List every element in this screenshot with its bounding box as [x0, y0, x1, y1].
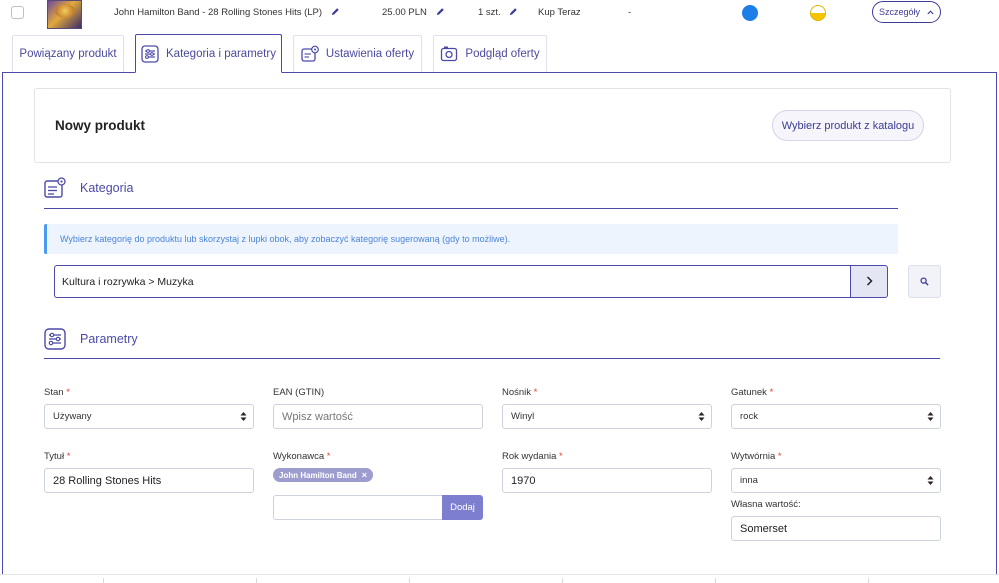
- ean-label: EAN (GTIN): [273, 387, 325, 398]
- required-mark: *: [769, 387, 774, 398]
- column-divider: [868, 578, 869, 583]
- sort-arrows-icon: [240, 411, 247, 422]
- search-icon: [920, 273, 929, 291]
- category-path-field[interactable]: Kultura i rozrywka > Muzyka: [54, 265, 851, 298]
- stan-value: Używany: [53, 411, 92, 422]
- category-info-box: Wybierz kategorię do produktu lub skorzy…: [44, 224, 898, 254]
- camera-icon: [440, 45, 458, 63]
- close-icon[interactable]: ×: [362, 470, 367, 480]
- category-icon: [44, 177, 66, 199]
- stan-label: Stan *: [44, 387, 70, 398]
- tab-bar: Powiązany produkt Kategoria i parametry …: [0, 33, 999, 73]
- chevron-up-icon: [927, 7, 934, 17]
- category-section-header: Kategoria: [44, 177, 134, 199]
- pencil-icon[interactable]: [331, 7, 340, 16]
- details-label: Szczegóły: [878, 7, 921, 17]
- wykonawca-label: Wykonawca *: [273, 451, 330, 462]
- new-product-card: Nowy produkt Wybierz produkt z katalogu: [34, 88, 951, 163]
- add-artist-button[interactable]: Dodaj: [442, 495, 483, 520]
- tab-label: Kategoria i parametry: [166, 47, 276, 60]
- wykonawca-label-text: Wykonawca: [273, 451, 325, 462]
- parameters-heading: Parametry: [80, 332, 138, 346]
- tytul-input[interactable]: 28 Rolling Stones Hits: [44, 468, 254, 493]
- extra-value: -: [628, 7, 632, 18]
- artist-chip-label: John Hamilton Band: [279, 470, 357, 480]
- choose-from-catalog-button[interactable]: Wybierz produkt z katalogu: [772, 110, 924, 141]
- required-mark: *: [559, 451, 563, 462]
- gatunek-select[interactable]: rock: [731, 404, 941, 429]
- required-mark: *: [66, 387, 70, 398]
- sort-arrows-icon: [927, 475, 934, 486]
- product-name-cell: John Hamilton Band - 28 Rolling Stones H…: [114, 7, 340, 18]
- rok-input[interactable]: 1970: [502, 468, 712, 493]
- rok-label-text: Rok wydania: [502, 451, 557, 462]
- product-row: John Hamilton Band - 28 Rolling Stones H…: [0, 0, 999, 29]
- column-divider: [256, 578, 257, 583]
- category-suggest-button[interactable]: [908, 265, 941, 298]
- parameters-divider: [44, 358, 940, 359]
- nosnik-label-text: Nośnik: [502, 387, 532, 398]
- nosnik-value: Winyl: [511, 411, 535, 422]
- row-checkbox[interactable]: [11, 6, 24, 19]
- nosnik-select[interactable]: Winyl: [502, 404, 712, 429]
- column-divider: [715, 578, 716, 583]
- wytwornia-select[interactable]: inna: [731, 468, 941, 493]
- status-dot-half: [810, 5, 826, 21]
- stan-label-text: Stan: [44, 387, 64, 398]
- gatunek-label-text: Gatunek: [731, 387, 767, 398]
- details-button[interactable]: Szczegóły: [872, 1, 941, 23]
- parameters-section-header: Parametry: [44, 328, 138, 350]
- required-mark: *: [777, 451, 782, 462]
- new-product-title: Nowy produkt: [55, 118, 145, 133]
- pencil-icon[interactable]: [509, 7, 518, 16]
- wytwornia-label: Wytwórnia *: [731, 451, 782, 462]
- status-dot-blue: [742, 5, 758, 21]
- wytwornia-label-text: Wytwórnia: [731, 451, 776, 462]
- chevron-right-icon: [866, 273, 873, 291]
- custom-value-input[interactable]: Somerset: [731, 516, 941, 541]
- product-quantity: 1 szt.: [478, 7, 501, 18]
- artist-chip: John Hamilton Band ×: [273, 468, 374, 482]
- category-heading: Kategoria: [80, 181, 134, 195]
- gatunek-value: rock: [740, 411, 758, 422]
- nosnik-label: Nośnik *: [502, 387, 537, 398]
- tab-label: Ustawienia oferty: [325, 48, 415, 60]
- required-mark: *: [533, 387, 538, 398]
- product-quantity-cell: 1 szt.: [478, 7, 518, 18]
- category-divider: [44, 208, 898, 209]
- tytul-label-text: Tytuł: [44, 451, 65, 462]
- bottom-table-strip: [0, 574, 999, 583]
- product-name: John Hamilton Band - 28 Rolling Stones H…: [114, 7, 323, 18]
- column-divider: [562, 578, 563, 583]
- product-price: 25.00 PLN: [382, 7, 427, 18]
- tab-label: Powiązany produkt: [19, 48, 117, 60]
- product-thumbnail: [47, 0, 82, 29]
- artist-input[interactable]: [273, 495, 443, 520]
- sliders-icon: [44, 328, 66, 350]
- tab-offer-settings[interactable]: Ustawienia oferty: [293, 35, 422, 72]
- column-divider: [103, 578, 104, 583]
- settings-card-icon: [301, 45, 319, 63]
- required-mark: *: [66, 451, 71, 462]
- product-price-cell: 25.00 PLN: [382, 7, 445, 18]
- rok-label: Rok wydania *: [502, 451, 563, 462]
- sort-arrows-icon: [698, 411, 705, 422]
- tab-label: Podgląd oferty: [465, 48, 540, 60]
- tab-related-product[interactable]: Powiązany produkt: [12, 35, 124, 72]
- sliders-icon: [141, 44, 159, 63]
- custom-value-label: Własna wartość:: [731, 499, 801, 510]
- gatunek-label: Gatunek *: [731, 387, 773, 398]
- required-mark: *: [326, 451, 331, 462]
- stan-select[interactable]: Używany: [44, 404, 254, 429]
- pencil-icon[interactable]: [436, 7, 445, 16]
- category-next-button[interactable]: [850, 265, 888, 298]
- tab-category-parameters[interactable]: Kategoria i parametry: [135, 34, 282, 73]
- wytwornia-value: inna: [740, 475, 758, 486]
- offer-type: Kup Teraz: [538, 7, 581, 18]
- column-divider: [409, 578, 410, 583]
- tytul-label: Tytuł *: [44, 451, 70, 462]
- sort-arrows-icon: [927, 411, 934, 422]
- tab-offer-preview[interactable]: Podgląd oferty: [433, 35, 547, 72]
- ean-input[interactable]: [273, 404, 483, 429]
